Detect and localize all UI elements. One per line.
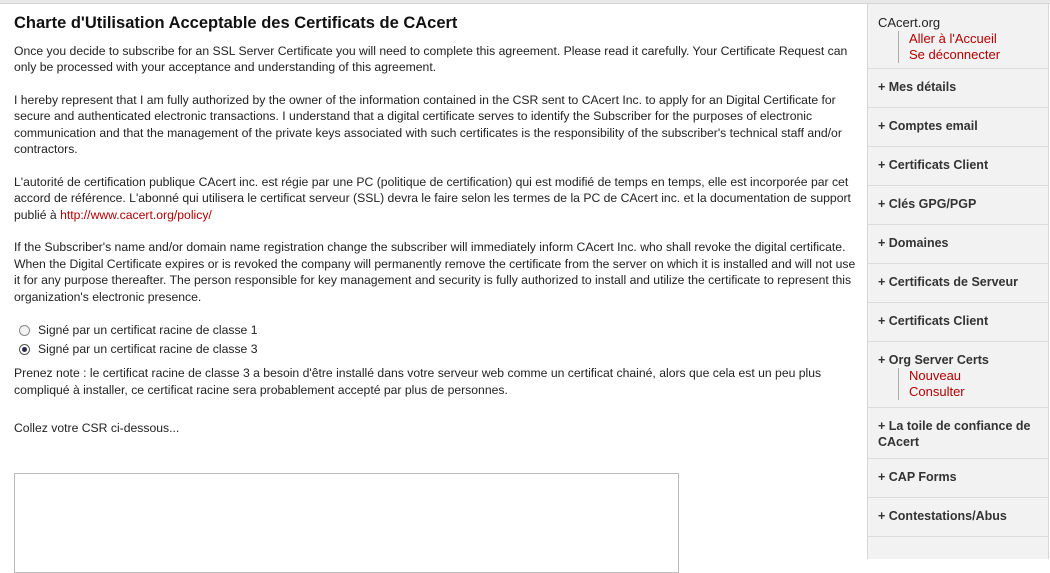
home-link[interactable]: Aller à l'Accueil [909,31,1044,47]
sidebar-item-server-certs[interactable]: + Certificats de Serveur [868,264,1048,303]
radio-class3-row[interactable]: Signé par un certificat racine de classe… [14,340,859,359]
authority-paragraph: L'autorité de certification publique CAc… [14,174,859,224]
sidebar-site-links: Aller à l'Accueil Se déconnecter [898,31,1044,63]
sidebar-item-email-accounts[interactable]: + Comptes email [868,108,1048,147]
intro-paragraph: Once you decide to subscribe for an SSL … [14,43,848,75]
logout-link[interactable]: Se déconnecter [909,47,1044,63]
page-title: Charte d'Utilisation Acceptable des Cert… [14,14,458,32]
sidebar-item-org-server-certs[interactable]: + Org Server Certs Nouveau Consulter [868,342,1048,408]
view-link[interactable]: Consulter [909,384,1044,400]
main-content: Charte d'Utilisation Acceptable des Cert… [14,4,859,453]
note-paragraph: Prenez note : le certificat racine de cl… [14,366,822,397]
sidebar-item-gpg-keys[interactable]: + Clés GPG/PGP [868,186,1048,225]
radio-class1-row[interactable]: Signé par un certificat racine de classe… [14,321,859,340]
radio-class1[interactable] [19,325,30,336]
sidebar-item-org-client-certs[interactable]: + Certificats Client [868,303,1048,342]
sidebar-item-client-certs[interactable]: + Certificats Client [868,147,1048,186]
sidebar: CAcert.org Aller à l'Accueil Se déconnec… [867,4,1049,559]
sidebar-item-cap-forms[interactable]: + CAP Forms [868,459,1048,498]
sidebar-item-domains[interactable]: + Domaines [868,225,1048,264]
sidebar-item-web-of-trust[interactable]: + La toile de confiance de CAcert [868,408,1048,459]
representation-paragraph: I hereby represent that I am fully autho… [14,92,842,157]
radio-class3[interactable] [19,344,30,355]
sidebar-site-title: CAcert.org [878,15,941,30]
new-link[interactable]: Nouveau [909,368,1044,384]
csr-textarea[interactable] [14,473,679,573]
root-class-options: Signé par un certificat racine de classe… [14,321,859,359]
org-server-certs-links: Nouveau Consulter [898,368,1044,400]
radio-class1-label[interactable]: Signé par un certificat racine de classe… [38,322,258,339]
policy-link[interactable]: http://www.cacert.org/policy/ [60,208,212,222]
change-paragraph: If the Subscriber's name and/or domain n… [14,240,856,304]
sidebar-item-my-details[interactable]: + Mes détails [868,69,1048,108]
radio-class3-label[interactable]: Signé par un certificat racine de classe… [38,341,258,358]
sidebar-site-block: CAcert.org Aller à l'Accueil Se déconnec… [868,4,1048,69]
paste-instruction: Collez votre CSR ci-dessous... [14,421,180,435]
sidebar-item-disputes[interactable]: + Contestations/Abus [868,498,1048,537]
